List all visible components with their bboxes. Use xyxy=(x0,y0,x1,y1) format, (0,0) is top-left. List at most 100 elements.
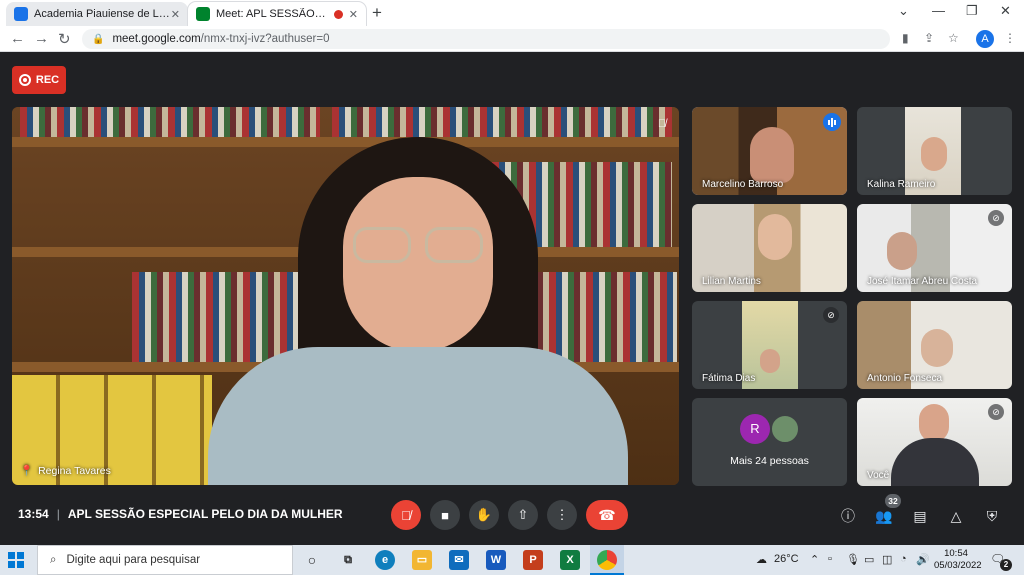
meeting-details-icon[interactable]: ⓘ xyxy=(838,506,858,526)
meet-favicon-icon xyxy=(196,7,210,21)
word-icon[interactable]: W xyxy=(486,550,506,570)
raise-hand-button[interactable]: ✋ xyxy=(469,500,499,530)
url-path: /nmx-tnxj-ivz?authuser=0 xyxy=(200,33,330,45)
clock-date: 05/03/2022 xyxy=(934,560,982,571)
restore-icon[interactable]: ❐ xyxy=(966,3,978,19)
profile-avatar[interactable]: A xyxy=(976,30,994,48)
divider: | xyxy=(56,507,60,521)
people-icon[interactable]: 👥 xyxy=(874,506,894,526)
microphone-tray-icon[interactable]: 🎙 xyxy=(846,553,860,566)
mic-off-icon: ⊘ xyxy=(823,307,839,323)
camera-in-use-icon[interactable]: ▮ xyxy=(902,31,909,45)
leave-call-button[interactable]: ☎ xyxy=(586,500,628,530)
participant-name: Lilian Martins xyxy=(702,276,761,287)
volume-icon[interactable]: 🔊 xyxy=(916,553,930,566)
forward-icon[interactable]: → xyxy=(34,30,49,47)
cortana-icon[interactable]: ○ xyxy=(302,550,322,570)
camera-tray-icon[interactable]: ▫ xyxy=(828,553,832,565)
chat-icon[interactable]: ▤ xyxy=(910,506,930,526)
network-icon[interactable]: ◫ xyxy=(882,553,892,566)
more-vert-icon: ⋮ xyxy=(555,507,569,522)
participant-tile-marcelino[interactable]: Marcelino Barroso xyxy=(692,107,847,195)
weather-icon[interactable]: ☁ xyxy=(756,553,767,566)
participant-name: Kalina Rameiro xyxy=(867,179,936,190)
participant-tile-jose[interactable]: ⊘ José Itamar Abreu Costa xyxy=(857,204,1012,292)
close-tab-icon[interactable]: ✕ xyxy=(349,8,358,21)
video-glasses xyxy=(353,227,485,263)
speaking-indicator-icon xyxy=(823,113,841,131)
video-face xyxy=(758,214,792,260)
notification-count: 2 xyxy=(1000,559,1012,571)
more-participants-tile[interactable]: R Mais 24 pessoas xyxy=(692,398,847,486)
tab-academia[interactable]: Academia Piauiense de Letras: ag ✕ xyxy=(6,2,188,26)
pin-icon: 📍 xyxy=(20,465,34,477)
file-explorer-icon[interactable]: ▭ xyxy=(412,550,432,570)
mail-icon[interactable]: ✉ xyxy=(449,550,469,570)
task-view-icon[interactable]: ⧉ xyxy=(338,550,358,570)
mic-off-icon: 🎙̸ xyxy=(401,507,411,523)
tab-meet[interactable]: Meet: APL SESSÃO ESPECIAL ✕ xyxy=(188,2,366,26)
participant-name: Regina Tavares xyxy=(38,464,111,477)
browser-tab-strip: Academia Piauiense de Letras: ag ✕ Meet:… xyxy=(0,0,1024,26)
url-host: meet.google.com xyxy=(112,33,201,45)
participant-tile-kalina[interactable]: Kalina Rameiro xyxy=(857,107,1012,195)
url-input[interactable]: 🔒 meet.google.com/nmx-tnxj-ivz?authuser=… xyxy=(82,29,890,49)
recording-badge[interactable]: REC xyxy=(12,66,66,94)
weather-temperature[interactable]: 26°C xyxy=(774,553,799,565)
participant-video xyxy=(208,137,628,485)
display-tray-icon[interactable]: ▭ xyxy=(864,553,874,566)
avatar: R xyxy=(740,414,770,444)
avatar xyxy=(770,414,800,444)
taskbar-search-input[interactable]: ⌕ Digite aqui para pesquisar xyxy=(37,545,293,575)
edge-icon[interactable]: e xyxy=(375,550,395,570)
recording-label: REC xyxy=(35,74,60,86)
new-tab-button[interactable]: + xyxy=(372,3,382,23)
wifi-icon[interactable]: ◔ xyxy=(900,553,907,565)
participant-tile-fatima[interactable]: ⊘ Fátima Dias xyxy=(692,301,847,389)
participant-name: Marcelino Barroso xyxy=(702,179,784,190)
hand-icon: ✋ xyxy=(475,507,493,522)
mic-off-icon: ⊘ xyxy=(988,210,1004,226)
minimize-icon[interactable]: — xyxy=(932,3,945,18)
close-window-icon[interactable]: ✕ xyxy=(1000,3,1011,19)
present-screen-button[interactable]: ⇧ xyxy=(508,500,538,530)
recording-indicator-icon xyxy=(333,9,343,19)
present-icon: ⇧ xyxy=(517,507,529,522)
share-icon[interactable]: ⇪ xyxy=(924,31,934,45)
bookmark-star-icon[interactable]: ☆ xyxy=(948,31,959,45)
tab-search-icon[interactable]: ⌄ xyxy=(898,3,909,19)
video-face xyxy=(750,127,794,183)
bookshelf-row xyxy=(20,107,320,137)
participant-tile-self[interactable]: ⊘ Você xyxy=(857,398,1012,486)
clock-time: 10:54 xyxy=(944,548,968,559)
back-icon[interactable]: ← xyxy=(10,30,25,47)
chrome-taskbar-button[interactable] xyxy=(590,545,624,575)
taskbar-clock[interactable]: 10:54 05/03/2022 xyxy=(934,548,982,572)
search-icon: ⌕ xyxy=(50,553,57,566)
mic-toggle-button[interactable]: 🎙̸ xyxy=(391,500,421,530)
activities-icon[interactable]: △ xyxy=(946,506,966,526)
avatar-stack: R xyxy=(740,414,804,446)
more-participants-label: Mais 24 pessoas xyxy=(730,455,809,467)
tray-expand-icon[interactable]: ⌃ xyxy=(810,553,819,566)
participant-name: Você xyxy=(867,470,890,481)
powerpoint-icon[interactable]: P xyxy=(523,550,543,570)
reload-icon[interactable]: ↻ xyxy=(58,30,71,48)
excel-icon[interactable]: X xyxy=(560,550,580,570)
meeting-info: 13:54 | APL SESSÃO ESPECIAL PELO DIA DA … xyxy=(18,507,343,521)
host-controls-icon[interactable]: ⛨ xyxy=(982,506,1002,526)
participant-name: Fátima Dias xyxy=(702,373,756,384)
record-icon xyxy=(18,74,31,86)
video-face xyxy=(887,232,917,270)
camera-toggle-button[interactable]: ■ xyxy=(430,500,460,530)
participant-tile-lilian[interactable]: Lilian Martins xyxy=(692,204,847,292)
windows-start-icon[interactable] xyxy=(8,552,24,568)
more-options-button[interactable]: ⋮ xyxy=(547,500,577,530)
tab-title: Meet: APL SESSÃO ESPECIAL xyxy=(216,8,328,20)
notification-center-icon[interactable]: 🗨 2 xyxy=(990,552,1012,571)
participant-tile-antonio[interactable]: Antonio Fonseca xyxy=(857,301,1012,389)
close-tab-icon[interactable]: ✕ xyxy=(171,8,180,21)
browser-menu-icon[interactable]: ⋮ xyxy=(1004,31,1016,45)
main-video-tile[interactable]: 🎙̸ 📍 Regina Tavares xyxy=(12,107,679,485)
tab-title: Academia Piauiense de Letras: ag xyxy=(34,8,171,20)
